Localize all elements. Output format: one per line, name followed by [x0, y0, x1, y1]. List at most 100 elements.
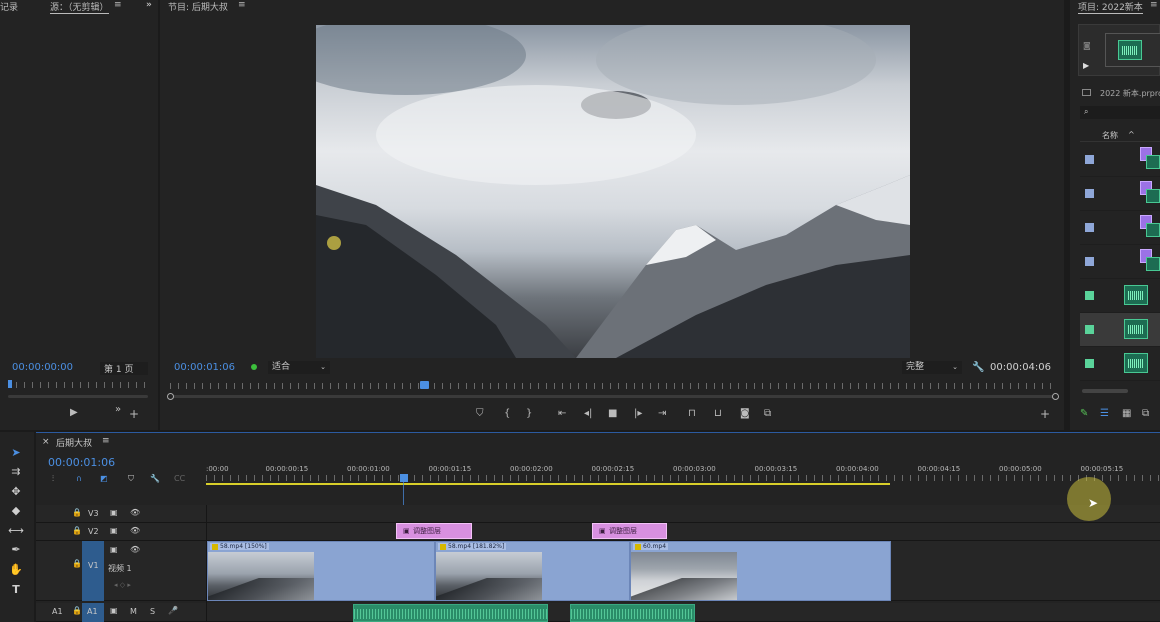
out-point-icon[interactable]: }: [526, 409, 532, 419]
timeline-playhead[interactable]: [400, 474, 408, 482]
timeline-timecode[interactable]: 00:00:01:06: [48, 456, 115, 469]
snap-icon[interactable]: ∩: [76, 474, 82, 483]
tab-source[interactable]: 源：（无剪辑）: [50, 0, 109, 14]
eye-icon[interactable]: 👁: [130, 545, 140, 554]
source-ruler[interactable]: [8, 380, 148, 388]
video-clip[interactable]: 60.mp4: [630, 541, 891, 601]
lock-icon[interactable]: 🔒: [72, 526, 82, 535]
timeline-close-icon[interactable]: ×: [42, 437, 50, 447]
track-a1-target[interactable]: A1: [82, 603, 104, 622]
lock-icon[interactable]: 🔒: [72, 508, 82, 517]
tab-history[interactable]: 记录: [0, 0, 18, 13]
slip-icon[interactable]: ⟷: [8, 523, 24, 539]
program-menu-icon[interactable]: ≡: [238, 0, 246, 10]
program-scrollbar[interactable]: [167, 393, 1059, 400]
project-search-input[interactable]: ⌕: [1080, 106, 1160, 119]
source-playhead[interactable]: [8, 380, 12, 388]
timeline-menu-icon[interactable]: ≡: [102, 436, 110, 446]
plus-icon[interactable]: +: [129, 408, 139, 420]
adjustment-layer-clip[interactable]: ▣ 调整图层: [396, 523, 472, 539]
source-menu-icon[interactable]: ≡: [114, 0, 122, 10]
audio-clip[interactable]: [353, 604, 548, 622]
track-a1-source-label[interactable]: A1: [52, 607, 63, 616]
icon-view-icon[interactable]: ▦: [1122, 409, 1131, 419]
in-point-icon[interactable]: {: [504, 409, 510, 419]
list-item[interactable]: [1080, 347, 1160, 381]
mute-button[interactable]: M: [130, 607, 137, 616]
nest-icon[interactable]: ⫶: [52, 474, 54, 484]
work-area-bar[interactable]: [206, 483, 890, 485]
track-select-icon[interactable]: ⇉: [8, 464, 24, 480]
wrench-icon[interactable]: 🔧: [972, 363, 984, 373]
go-to-in-icon[interactable]: ⇤: [558, 409, 566, 419]
overflow-controls-icon[interactable]: »: [115, 405, 121, 415]
camera-icon[interactable]: ◙: [740, 409, 750, 419]
extract-icon[interactable]: ⊔: [714, 409, 722, 419]
lift-icon[interactable]: ⊓: [688, 409, 696, 419]
overflow-icon[interactable]: »: [146, 0, 152, 10]
plus-icon[interactable]: +: [1040, 408, 1050, 420]
wrench-icon[interactable]: 🔧: [150, 474, 160, 483]
adjustment-layer-clip[interactable]: ▣ 调整图层: [592, 523, 667, 539]
film-icon[interactable]: ▣: [110, 508, 118, 517]
eye-icon[interactable]: 👁: [130, 526, 140, 535]
project-title[interactable]: 项目: 2022新本: [1078, 0, 1143, 14]
freeform-view-icon[interactable]: ⧉: [1142, 409, 1149, 419]
clip-label: 60.mp4: [633, 543, 669, 550]
hand-icon[interactable]: ✋: [8, 562, 24, 578]
list-item[interactable]: [1080, 177, 1160, 211]
step-back-icon[interactable]: ◂|: [584, 409, 592, 419]
lock-icon[interactable]: 🔒: [72, 606, 82, 615]
video-clip[interactable]: 58.mp4 [150%]: [207, 541, 435, 601]
program-ruler[interactable]: [170, 380, 1056, 390]
type-icon[interactable]: T: [8, 582, 24, 598]
track-v1-source[interactable]: V1: [82, 541, 104, 601]
go-to-out-icon[interactable]: ⇥: [658, 409, 666, 419]
add-marker-icon[interactable]: ⛉: [128, 474, 134, 484]
audio-clip[interactable]: [570, 604, 695, 622]
film-icon[interactable]: ▣: [110, 606, 118, 615]
program-playhead[interactable]: [420, 381, 429, 389]
source-page[interactable]: 第 1 页: [100, 362, 148, 375]
quality-dropdown[interactable]: 完整 ⌄: [902, 361, 962, 374]
keyframe-nav-icon[interactable]: ◂ ◇ ▸: [114, 581, 131, 589]
solo-button[interactable]: S: [150, 607, 155, 616]
program-video-frame[interactable]: [316, 25, 910, 358]
selection-tool-icon[interactable]: ➤: [8, 445, 24, 461]
list-item[interactable]: [1080, 143, 1160, 177]
marker-icon[interactable]: ⛉: [476, 409, 484, 419]
pen-icon[interactable]: ✒: [8, 542, 24, 558]
timeline-ruler[interactable]: :00:00 00:00:00:15 00:00:01:00 00:00:01:15 0…: [206, 461, 1160, 489]
play-icon[interactable]: ▶: [70, 408, 78, 418]
source-scrollbar[interactable]: [8, 395, 148, 398]
lock-icon[interactable]: 🔒: [72, 559, 82, 568]
film-icon[interactable]: ▣: [110, 526, 118, 535]
video-clip[interactable]: 58.mp4 [181.82%]: [435, 541, 630, 601]
project-scrollbar[interactable]: [1082, 389, 1128, 393]
project-menu-icon[interactable]: ≡: [1150, 0, 1158, 10]
caption-icon[interactable]: CC: [174, 474, 185, 483]
program-timecode[interactable]: 00:00:01:06: [174, 362, 235, 373]
play-icon[interactable]: ▶: [1083, 61, 1089, 70]
pencil-icon[interactable]: ✎: [1080, 409, 1088, 419]
list-item[interactable]: [1080, 313, 1160, 347]
linked-select-icon[interactable]: ◩: [100, 474, 108, 483]
eye-icon[interactable]: 👁: [130, 508, 140, 517]
step-forward-icon[interactable]: |▸: [634, 409, 642, 419]
mic-icon[interactable]: 🎤: [168, 606, 178, 615]
compare-icon[interactable]: ⧉: [764, 409, 771, 419]
list-view-icon[interactable]: ☰: [1100, 409, 1109, 419]
fit-dropdown[interactable]: 适合 ⌄: [268, 361, 330, 374]
list-item[interactable]: [1080, 211, 1160, 245]
timeline-title[interactable]: 后期大叔: [56, 436, 92, 449]
film-icon[interactable]: ▣: [110, 545, 118, 554]
ripple-tool-icon[interactable]: ✥: [8, 484, 24, 500]
list-item[interactable]: [1080, 279, 1160, 313]
column-header-name[interactable]: 名称 ^: [1080, 128, 1160, 142]
list-item[interactable]: [1080, 245, 1160, 279]
stop-icon[interactable]: ■: [608, 409, 617, 419]
razor-icon[interactable]: ◆: [8, 503, 24, 519]
source-timecode[interactable]: 00:00:00:00: [12, 362, 73, 373]
track-v3[interactable]: 🔒 V3 ▣ 👁: [36, 505, 1160, 523]
program-title[interactable]: 节目: 后期大叔: [168, 0, 228, 13]
